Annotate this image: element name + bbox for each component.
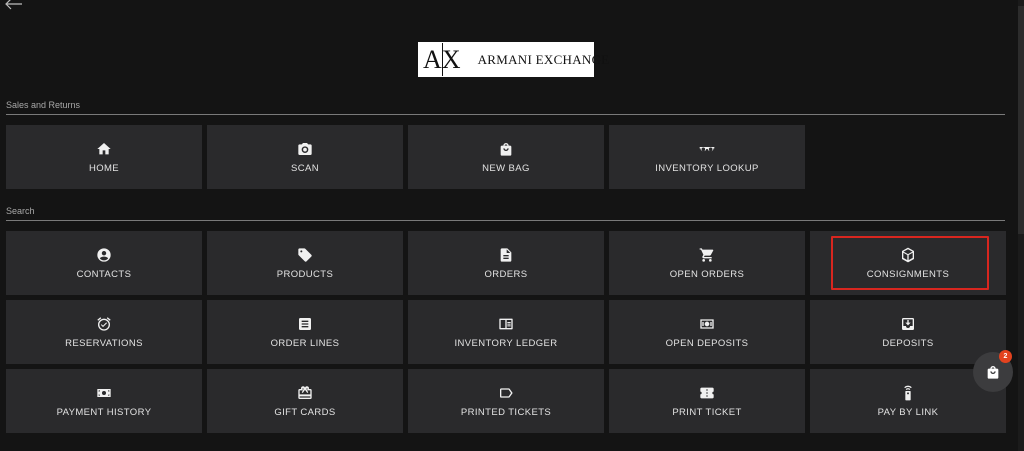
logo-mark-left: A <box>423 44 442 74</box>
list-icon <box>299 317 311 330</box>
logo-separator <box>442 43 443 76</box>
shopping-bag-icon <box>987 366 999 379</box>
cart-button[interactable]: 2 <box>973 350 1013 392</box>
tile-open-orders[interactable]: OPEN ORDERS <box>609 231 805 295</box>
tile-open-deposits[interactable]: OPEN DEPOSITS <box>609 300 805 364</box>
tile-contacts[interactable]: CONTACTS <box>6 231 202 295</box>
label-tag-icon <box>500 387 513 398</box>
tile-reservations[interactable]: RESERVATIONS <box>6 300 202 364</box>
app-page: A X ARMANI EXCHANGE Sales and Returns HO… <box>0 0 1024 451</box>
logo-text: ARMANI EXCHANGE <box>477 51 610 67</box>
tile-home[interactable]: HOME <box>6 125 202 189</box>
cart-icon <box>699 247 714 262</box>
section-divider <box>6 114 1005 115</box>
ledger-icon <box>499 318 513 329</box>
tile-label: PAYMENT HISTORY <box>56 406 152 418</box>
tile-label: PAY BY LINK <box>877 406 939 418</box>
search-grid: CONTACTS PRODUCTS ORDERS OPEN ORDERS CON… <box>6 231 1006 433</box>
tile-label: OPEN DEPOSITS <box>665 337 749 349</box>
cash-icon <box>700 318 714 329</box>
tile-label: PRODUCTS <box>276 268 334 280</box>
alarm-clock-icon <box>97 316 111 331</box>
tile-orders[interactable]: ORDERS <box>408 231 604 295</box>
tile-label: CONSIGNMENTS <box>866 268 950 280</box>
brand-logo: A X ARMANI EXCHANGE <box>418 42 609 77</box>
scrollbar-track[interactable] <box>1018 0 1024 451</box>
tile-label: DEPOSITS <box>882 337 934 349</box>
tile-label: PRINT TICKET <box>672 406 742 418</box>
tile-label: INVENTORY LEDGER <box>454 337 558 349</box>
logo-mark-right: X <box>441 44 461 74</box>
section-title-search: Search <box>6 206 35 216</box>
sales-returns-grid: HOME SCAN NEW BAG INVENTORY LOOKUP <box>6 125 805 189</box>
tile-consignments[interactable]: CONSIGNMENTS <box>810 231 1006 295</box>
tile-inventory-ledger[interactable]: INVENTORY LEDGER <box>408 300 604 364</box>
section-title-sales-returns: Sales and Returns <box>6 100 81 110</box>
tile-new-bag[interactable]: NEW BAG <box>408 125 604 189</box>
camera-icon <box>298 142 312 155</box>
tile-payment-history[interactable]: PAYMENT HISTORY <box>6 369 202 433</box>
tile-label: CONTACTS <box>76 268 132 280</box>
document-icon <box>500 247 512 262</box>
scrollbar-thumb[interactable] <box>1018 6 1024 234</box>
cart-count-badge: 2 <box>999 350 1012 363</box>
tile-label: NEW BAG <box>482 162 530 174</box>
home-icon <box>97 142 111 154</box>
gift-card-icon <box>298 385 312 399</box>
logo-mark: A X <box>418 42 470 77</box>
tile-gift-cards[interactable]: GIFT CARDS <box>207 369 403 433</box>
tile-label: OPEN ORDERS <box>669 268 745 280</box>
tile-label: ORDER LINES <box>270 337 340 349</box>
tile-label: SCAN <box>291 162 319 174</box>
remote-link-icon <box>904 385 912 400</box>
tile-label: INVENTORY LOOKUP <box>655 162 759 174</box>
tile-label: PRINTED TICKETS <box>460 406 552 418</box>
tile-scan[interactable]: SCAN <box>207 125 403 189</box>
tile-label: GIFT CARDS <box>274 406 336 418</box>
tile-deposits[interactable]: DEPOSITS <box>810 300 1006 364</box>
tile-label: ORDERS <box>484 268 528 280</box>
tile-order-lines[interactable]: ORDER LINES <box>207 300 403 364</box>
person-icon <box>97 247 111 262</box>
tile-print-ticket[interactable]: PRINT TICKET <box>609 369 805 433</box>
tile-label: RESERVATIONS <box>65 337 143 349</box>
section-divider <box>6 220 1005 221</box>
back-button[interactable] <box>3 0 25 12</box>
arrow-left-icon <box>5 0 22 10</box>
tile-printed-tickets[interactable]: PRINTED TICKETS <box>408 369 604 433</box>
tile-inventory-lookup[interactable]: INVENTORY LOOKUP <box>609 125 805 189</box>
tile-label: HOME <box>88 162 120 174</box>
deposit-tray-icon <box>902 317 914 330</box>
money-icon <box>97 388 111 397</box>
glasses-icon <box>699 146 715 151</box>
tile-products[interactable]: PRODUCTS <box>207 231 403 295</box>
tag-icon <box>298 247 312 262</box>
ticket-icon <box>700 387 714 398</box>
box-icon <box>902 247 914 262</box>
shopping-bag-icon <box>500 142 512 156</box>
